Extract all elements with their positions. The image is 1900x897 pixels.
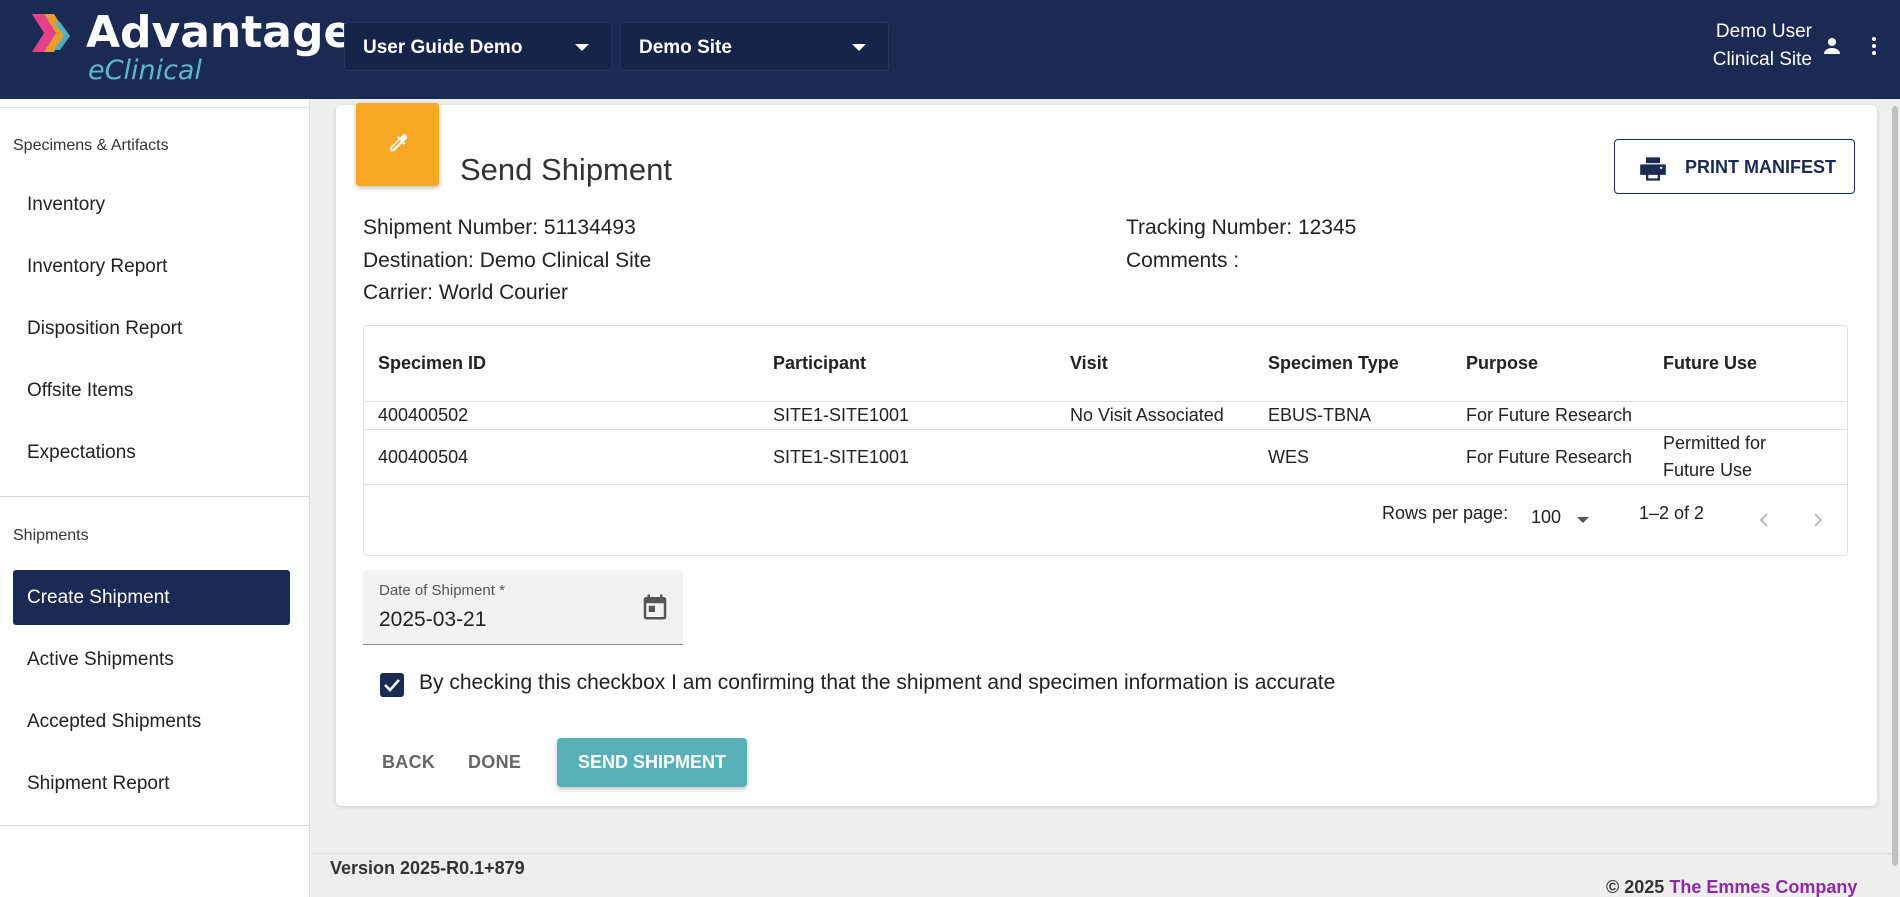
eyedropper-icon [390,134,408,152]
row-divider [364,429,1847,430]
sidebar-item-offsite-items[interactable]: Offsite Items [13,363,290,418]
sidebar-item-active-shipments[interactable]: Active Shipments [13,632,290,687]
confirm-checkbox[interactable] [380,673,404,697]
column-header-future-use[interactable]: Future Use [1663,353,1757,374]
cell-participant: SITE1-SITE1001 [773,447,910,467]
destination: Destination: Demo Clinical Site [363,249,652,272]
sidebar-divider [0,496,310,497]
chevron-down-icon [852,44,866,51]
cell-purpose: For Future Research [1466,405,1633,425]
carrier: Carrier: World Courier [363,281,568,304]
chevron-left-icon[interactable] [1752,508,1776,532]
tracking-number: Tracking Number: 12345 [1126,216,1357,239]
copyright-prefix: © 2025 [1606,877,1665,897]
sidebar-item-inventory-report[interactable]: Inventory Report [13,239,290,294]
print-manifest-label: PRINT MANIFEST [1685,157,1836,177]
sidebar-item-create-shipment[interactable]: Create Shipment [13,570,290,625]
done-button[interactable]: DONE [468,752,521,773]
logo-subtitle: eClinical [88,55,202,86]
chevron-down-icon [1577,517,1589,523]
cell-specimen-type: WES [1268,447,1310,467]
shipment-number: Shipment Number: 51134493 [363,216,636,239]
cell-visit: No Visit Associated [1070,405,1224,425]
header-divider [364,401,1847,402]
chevron-down-icon [575,44,589,51]
site-selector-value: Demo Site [639,37,732,58]
cell-future-use: Permitted for Future Use [1663,433,1767,480]
column-header-participant[interactable]: Participant [773,353,866,374]
pagination-range: 1–2 of 2 [1639,503,1705,523]
more-vert-icon[interactable] [1862,34,1886,58]
rows-per-page-label: Rows per page: [1382,503,1509,523]
card-header-tile [356,103,439,186]
sidebar-divider [0,825,310,826]
sidebar-divider [0,107,310,108]
check-icon [384,679,400,692]
confirm-checkbox-label[interactable]: By checking this checkbox I am confirmin… [419,671,1335,695]
print-manifest-button[interactable]: PRINT MANIFEST [1614,139,1855,194]
study-selector-value: User Guide Demo [363,37,523,58]
logo-chevrons-icon [32,14,70,52]
cell-specimen-id: 400400504 [378,447,469,467]
calendar-icon[interactable] [640,592,670,622]
cell-purpose: For Future Research [1466,447,1633,467]
sidebar-item-accepted-shipments[interactable]: Accepted Shipments [13,694,290,749]
sidebar-item-disposition-report[interactable]: Disposition Report [13,301,290,356]
account-icon[interactable] [1820,34,1844,58]
column-header-specimen-id[interactable]: Specimen ID [378,353,486,374]
logo-title: Advantage [86,7,354,58]
user-role: Clinical Site [1712,49,1812,70]
company-link[interactable]: The Emmes Company [1669,877,1857,897]
site-selector[interactable]: Demo Site [620,22,889,71]
app-header: Advantage eClinical User Guide Demo Demo… [0,0,1900,99]
cell-specimen-id: 400400502 [378,405,469,425]
rows-per-page-select[interactable]: 100 [1531,507,1591,533]
rows-per-page-value: 100 [1531,507,1562,527]
sidebar-item-shipment-report[interactable]: Shipment Report [13,756,290,811]
sidebar-item-inventory[interactable]: Inventory [13,177,290,232]
version-text: Version 2025-R0.1+879 [330,858,525,878]
column-header-specimen-type[interactable]: Specimen Type [1268,353,1399,374]
chevron-right-icon[interactable] [1806,508,1830,532]
printer-icon [1640,157,1666,181]
comments: Comments : [1126,249,1240,272]
section-label-shipments: Shipments [13,527,89,544]
cell-specimen-type: EBUS-TBNA [1268,405,1372,425]
send-shipment-button[interactable]: SEND SHIPMENT [557,738,747,787]
back-button[interactable]: BACK [382,752,435,773]
study-selector[interactable]: User Guide Demo [344,22,612,71]
date-of-shipment-field[interactable]: Date of Shipment * 2025-03-21 [363,570,683,645]
date-of-shipment-label: Date of Shipment * [379,582,505,599]
copyright: © 2025 The Emmes Company [1606,877,1857,897]
user-info: Demo User Clinical Site [1713,18,1812,74]
specimen-table: Specimen ID Participant Visit Specimen T… [363,325,1848,556]
row-divider [364,484,1847,485]
date-of-shipment-value[interactable]: 2025-03-21 [379,608,486,632]
section-label-specimens: Specimens & Artifacts [13,137,169,154]
user-name: Demo User [1715,21,1812,42]
page-scrollbar[interactable] [1892,106,1898,866]
sidebar: Specimens & Artifacts Inventory Inventor… [0,99,310,897]
footer-divider [311,853,1900,854]
column-header-purpose[interactable]: Purpose [1466,353,1538,374]
page-title: Send Shipment [460,152,672,187]
sidebar-item-expectations[interactable]: Expectations [13,425,290,480]
app-logo[interactable]: Advantage eClinical [28,7,353,88]
cell-participant: SITE1-SITE1001 [773,405,910,425]
column-header-visit[interactable]: Visit [1070,353,1108,374]
